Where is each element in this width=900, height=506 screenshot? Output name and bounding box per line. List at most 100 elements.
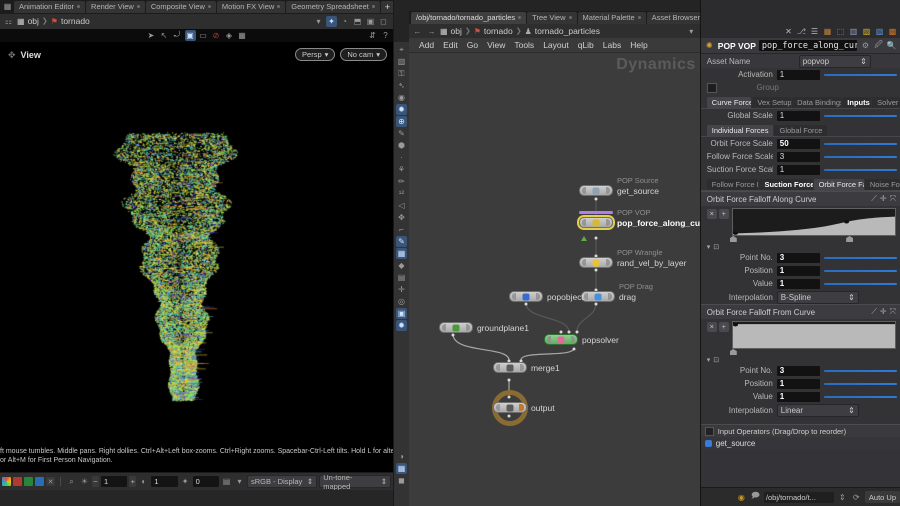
panel-icon[interactable]: ▥ — [848, 26, 859, 37]
camera-selector[interactable]: No cam▾ — [340, 48, 387, 61]
ramp-option-icon[interactable]: ⊡ — [713, 356, 719, 364]
tab-close-dot[interactable] — [638, 16, 641, 19]
menu-view[interactable]: View — [487, 40, 505, 50]
snapshot-green-icon[interactable]: ▧ — [396, 56, 407, 67]
translate-icon[interactable]: ↖ — [159, 30, 170, 41]
node-pop_force_along_curve[interactable] — [579, 217, 613, 228]
node-popobject[interactable] — [509, 291, 543, 302]
param-tab-solver[interactable]: Solver — [872, 97, 900, 108]
black-cam-icon[interactable]: ◼ — [396, 475, 407, 486]
pin-highlight-icon[interactable]: ✦ — [326, 16, 337, 27]
breadcrumb-leaf[interactable]: tornado_particles — [535, 26, 600, 36]
draw-icon[interactable]: ✎ — [396, 236, 407, 247]
digits-icon[interactable]: ¹² — [396, 188, 407, 199]
param-value-field[interactable]: 3 — [777, 253, 820, 263]
tab-animation-editor[interactable]: Animation Editor — [14, 1, 85, 13]
perspective-selector[interactable]: Persp▾ — [295, 48, 335, 61]
brush-icon[interactable]: ✎ — [396, 128, 407, 139]
group-checkbox[interactable] — [707, 83, 717, 93]
contrast-icon[interactable]: ◐ — [138, 476, 149, 487]
menu-add[interactable]: Add — [419, 40, 434, 50]
pencil-icon[interactable]: ⟋ — [871, 194, 877, 204]
headlight-icon[interactable]: ✹ — [396, 104, 407, 115]
auto-update-button[interactable]: Auto Up — [865, 491, 900, 503]
shield-icon[interactable]: ◈ — [224, 30, 235, 41]
grid-dots-icon[interactable]: ⬚ — [835, 26, 846, 37]
param-value-field[interactable]: 1 — [777, 279, 820, 289]
caret-down-icon[interactable]: ▾ — [686, 26, 697, 37]
param-tab-suction-force-f[interactable]: Suction Force F... — [759, 179, 812, 190]
lock-icon[interactable]: ⚿ — [396, 68, 407, 79]
white-panel-icon[interactable]: ◻ — [378, 16, 389, 27]
gamma-decrease-button[interactable]: − — [92, 476, 99, 487]
ramp-add-button[interactable]: + — [719, 322, 729, 332]
tab-tree-view[interactable]: Tree View — [527, 12, 576, 24]
asset-name-dropdown[interactable]: popvop⇕ — [799, 55, 871, 68]
node-popsolver[interactable] — [544, 334, 578, 345]
magnifier-icon[interactable]: 🔍 — [886, 40, 897, 51]
refresh-icon[interactable]: ⟳ — [851, 492, 862, 503]
param-tab-data-bindings[interactable]: Data Bindings — [792, 97, 841, 108]
red-channel-icon[interactable] — [13, 477, 22, 486]
clock-icon[interactable]: ◔ — [339, 16, 350, 27]
tab-close-dot[interactable] — [277, 5, 280, 8]
tab-close-dot[interactable] — [77, 5, 80, 8]
tab-geometry-spreadsheet[interactable]: Geometry Spreadsheet — [286, 1, 380, 13]
ramp-option-icon[interactable]: ⊡ — [713, 243, 719, 251]
input-operator-item[interactable]: get_source — [701, 437, 900, 449]
image-icon[interactable]: ▧ — [874, 26, 885, 37]
speaker-icon[interactable]: ◁ — [396, 200, 407, 211]
snapshot-icon[interactable]: ▣ — [365, 16, 376, 27]
menu-edit[interactable]: Edit — [443, 40, 458, 50]
color-channels-icon[interactable] — [2, 477, 11, 486]
axis-icon[interactable]: ✛ — [396, 284, 407, 295]
pin-icon[interactable]: ➴ — [396, 80, 407, 91]
tab-close-dot[interactable] — [569, 16, 572, 19]
network-canvas[interactable]: POP Sourceget_sourcePOP VOPpop_force_alo… — [409, 0, 700, 506]
blue-channel-icon[interactable] — [35, 477, 44, 486]
node-merge1[interactable] — [493, 362, 527, 373]
ramp-delete-button[interactable]: × — [707, 209, 717, 219]
3d-viewport[interactable]: ✥ View Persp▾ No cam▾ ft mouse tumbles. … — [0, 42, 393, 472]
param-value-field[interactable]: 3 — [777, 152, 820, 162]
tab-composite-view[interactable]: Composite View — [146, 1, 216, 13]
grid-color-icon[interactable]: ▦ — [822, 26, 833, 37]
colorspace-dropdown[interactable]: sRGB - Display⇕ — [247, 475, 317, 488]
ramp-curve-area[interactable] — [732, 208, 896, 236]
camera-lock-icon[interactable]: ▦ — [237, 30, 248, 41]
menu-qlib[interactable]: qLib — [578, 40, 594, 50]
expand-icon[interactable]: ⤧ — [890, 307, 896, 317]
hand-icon[interactable]: ✥ — [396, 212, 407, 223]
status-path-field[interactable]: /obj/tornado/t... — [764, 492, 834, 503]
ramp-collapse-icon[interactable]: ▾ — [707, 356, 711, 364]
expand-icon[interactable]: ⤧ — [890, 194, 896, 204]
tab-render-view[interactable]: Render View — [86, 1, 145, 13]
rotate-icon[interactable]: ⤾ — [172, 30, 183, 41]
corner-icon[interactable]: ⌐ — [396, 224, 407, 235]
info-icon[interactable]: ◑ — [396, 451, 407, 462]
param-slider[interactable] — [824, 383, 897, 385]
node-list-icon[interactable]: ⚏ — [3, 16, 14, 27]
gamma-icon[interactable]: ☀ — [79, 476, 90, 487]
globe-icon[interactable]: ⊕ — [396, 116, 407, 127]
section-orbit-force-falloff-from-curve[interactable]: Orbit Force Falloff From Curve⟋✛⤧ — [701, 304, 900, 319]
render-disabled-icon[interactable]: ⊘ — [211, 30, 222, 41]
ramp-point-handle[interactable] — [846, 236, 853, 242]
dot-icon[interactable]: · — [396, 152, 407, 163]
layout-icon[interactable]: ⬒ — [352, 16, 363, 27]
gamma-value[interactable]: 1 — [101, 476, 127, 487]
menu-go[interactable]: Go — [467, 40, 478, 50]
param-tab-noise-fo[interactable]: Noise Fo... — [865, 179, 900, 190]
menu-tools[interactable]: Tools — [514, 40, 534, 50]
param-value-field[interactable]: 50 — [777, 139, 820, 149]
param-value-field[interactable]: 1 — [777, 266, 820, 276]
forward-icon[interactable]: → — [426, 26, 437, 37]
param-tab-global-force[interactable]: Global Force — [774, 125, 827, 136]
ramp-point-handle[interactable] — [730, 236, 737, 242]
wand-icon[interactable]: ⚘ — [396, 164, 407, 175]
move-icon[interactable]: ✛ — [880, 194, 887, 204]
bulb-icon[interactable]: ✹ — [396, 320, 407, 331]
grid-yellow-icon[interactable]: ▦ — [396, 463, 407, 474]
move-icon[interactable]: ✛ — [880, 307, 887, 317]
breadcrumb-root[interactable]: obj — [451, 26, 462, 36]
